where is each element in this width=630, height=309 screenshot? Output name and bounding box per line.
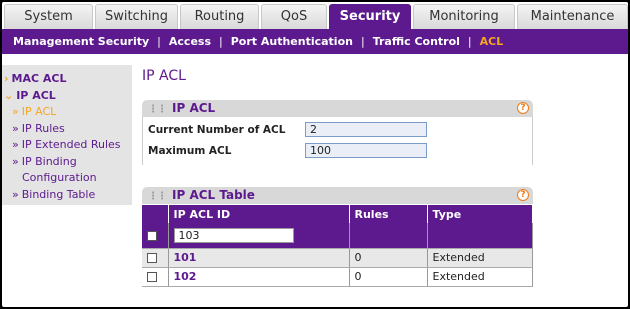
table-header-row: IP ACL ID Rules Type bbox=[142, 205, 533, 223]
table-row[interactable]: 102 0 Extended bbox=[142, 267, 533, 287]
table-cell: 101 bbox=[168, 248, 350, 268]
chevron-right-icon: › bbox=[4, 72, 9, 85]
ip-acl-id-input[interactable] bbox=[173, 227, 294, 243]
page-title: IP ACL bbox=[142, 68, 186, 84]
table-cell bbox=[168, 223, 350, 249]
double-chevron-icon: » bbox=[12, 154, 19, 168]
help-icon[interactable]: ? bbox=[517, 102, 529, 114]
column-header-type[interactable]: Type bbox=[427, 205, 533, 223]
sidebar-subitem-ip-binding[interactable]: » IP Binding bbox=[2, 154, 132, 171]
subnav-separator: | bbox=[467, 35, 472, 48]
maximum-acl-label: Maximum ACL bbox=[148, 145, 232, 157]
row-checkbox[interactable] bbox=[147, 253, 157, 263]
panel-title: IP ACL Table bbox=[172, 188, 255, 202]
select-all-checkbox[interactable] bbox=[147, 230, 157, 241]
acl-id-link[interactable]: 102 bbox=[174, 270, 197, 283]
sidebar-subitem-ip-extended-rules[interactable]: » IP Extended Rules bbox=[2, 137, 132, 154]
drag-handle-icon: ⋮⋮ bbox=[148, 104, 167, 115]
table-input-row bbox=[142, 223, 533, 249]
sidebar-item-label: IP Extended Rules bbox=[21, 138, 121, 151]
table-cell bbox=[142, 267, 169, 287]
tab-maintenance[interactable]: Maintenance bbox=[517, 4, 628, 29]
maximum-acl-value: 100 bbox=[305, 143, 427, 158]
sidebar-subitem-configuration[interactable]: Configuration bbox=[2, 170, 132, 187]
panel-header-ip-acl: ⋮⋮ IP ACL ? bbox=[142, 100, 533, 117]
tab-monitoring[interactable]: Monitoring bbox=[413, 4, 515, 29]
tab-security[interactable]: Security bbox=[329, 4, 411, 29]
subnav-acl[interactable]: ACL bbox=[480, 35, 504, 48]
table-cell: 0 bbox=[349, 267, 428, 287]
sidebar-item-label: IP Rules bbox=[21, 121, 65, 135]
current-number-value: 2 bbox=[305, 122, 427, 137]
sidebar-subitem-ip-acl[interactable]: » IP ACL bbox=[2, 104, 132, 121]
tab-switching[interactable]: Switching bbox=[95, 4, 178, 29]
tab-routing[interactable]: Routing bbox=[180, 4, 259, 29]
double-chevron-icon: » bbox=[12, 138, 19, 151]
sidebar-subitem-ip-rules[interactable]: » IP Rules bbox=[2, 121, 132, 138]
subnav-management-security[interactable]: Management Security bbox=[13, 35, 149, 48]
table-cell bbox=[427, 223, 533, 249]
ip-acl-table: IP ACL ID Rules Type 101 0 Extended 102 bbox=[142, 205, 533, 287]
subnav-separator: | bbox=[360, 35, 365, 48]
sidebar-item-ip-acl[interactable]: ⌄ IP ACL bbox=[2, 88, 132, 105]
sidebar-item-label: IP Binding bbox=[21, 154, 77, 168]
column-header-rules[interactable]: Rules bbox=[349, 205, 428, 223]
sidebar: › MAC ACL ⌄ IP ACL » IP ACL » IP Rules » IP E… bbox=[2, 65, 132, 205]
sidebar-subitem-binding-table[interactable]: » Binding Table bbox=[2, 187, 132, 204]
acl-id-link[interactable]: 101 bbox=[174, 251, 197, 264]
table-cell: 102 bbox=[168, 267, 350, 287]
subnav-port-authentication[interactable]: Port Authentication bbox=[231, 35, 353, 48]
table-cell bbox=[142, 248, 169, 268]
panel-title: IP ACL bbox=[172, 101, 216, 115]
column-header-ip-acl-id[interactable]: IP ACL ID bbox=[168, 205, 350, 223]
drag-handle-icon: ⋮⋮ bbox=[148, 191, 167, 202]
sidebar-item-label: IP ACL bbox=[16, 88, 56, 102]
panel-header-ip-acl-table: ⋮⋮ IP ACL Table ? bbox=[142, 187, 533, 204]
double-chevron-icon: » bbox=[12, 121, 19, 135]
table-cell: Extended bbox=[427, 248, 533, 268]
table-cell: 0 bbox=[349, 248, 428, 268]
tab-qos[interactable]: QoS bbox=[261, 4, 327, 29]
top-tab-bar: System Switching Routing QoS Security Mo… bbox=[2, 2, 628, 29]
table-cell: Extended bbox=[427, 267, 533, 287]
table-cell bbox=[349, 223, 428, 249]
sidebar-item-mac-acl[interactable]: › MAC ACL bbox=[2, 71, 132, 88]
sidebar-item-label: IP ACL bbox=[21, 105, 57, 118]
current-number-label: Current Number of ACL bbox=[148, 124, 286, 136]
subnav-traffic-control[interactable]: Traffic Control bbox=[373, 35, 460, 48]
subnav-separator: | bbox=[157, 35, 161, 48]
table-row[interactable]: 101 0 Extended bbox=[142, 248, 533, 268]
double-chevron-icon: » bbox=[12, 187, 19, 201]
select-column-header bbox=[142, 205, 169, 223]
subnav-separator: | bbox=[219, 35, 223, 48]
row-checkbox[interactable] bbox=[147, 272, 157, 282]
double-chevron-icon: » bbox=[12, 105, 19, 118]
sidebar-item-label: MAC ACL bbox=[11, 72, 67, 85]
subnav-access[interactable]: Access bbox=[169, 35, 211, 48]
table-cell bbox=[142, 223, 169, 249]
sub-navigation: Management Security | Access | Port Authenti… bbox=[2, 29, 628, 54]
sidebar-item-label: Configuration bbox=[22, 171, 97, 184]
tab-system[interactable]: System bbox=[4, 4, 93, 29]
chevron-down-icon: ⌄ bbox=[4, 88, 14, 102]
sidebar-item-label: Binding Table bbox=[21, 187, 96, 201]
help-icon[interactable]: ? bbox=[517, 189, 529, 201]
app-frame: System Switching Routing QoS Security Mo… bbox=[0, 0, 630, 309]
